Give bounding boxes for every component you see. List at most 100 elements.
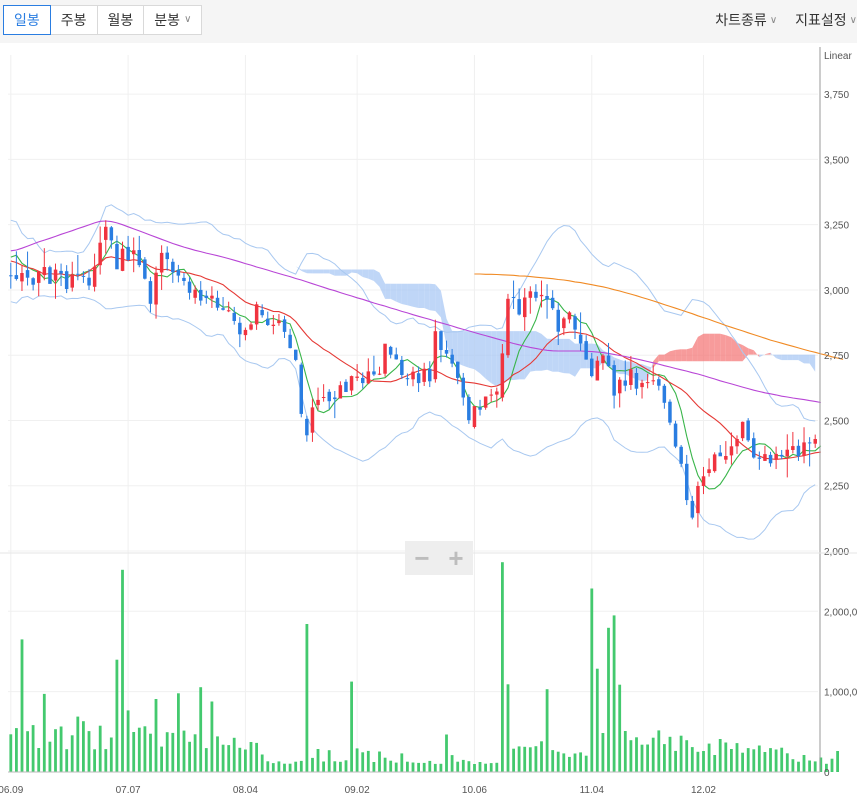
candle-body [199,289,203,301]
candle [204,290,209,304]
candle [696,481,700,528]
candle-body [500,353,505,398]
candle-body [405,378,410,380]
x-tick-label: 08.04 [233,785,258,796]
volume-bar [389,760,393,772]
candle-body [623,380,627,386]
candle-body [294,349,298,360]
cloud-segment [541,333,548,371]
volume-bar [188,741,191,772]
candle [137,235,141,268]
volume-bar [406,761,409,772]
volume-bar [344,760,348,772]
volume-bar [517,746,521,772]
candle-body [640,382,644,388]
candle-body [344,381,348,392]
zoom-out-button[interactable]: − [414,541,429,575]
toolbar-right-menu: 차트종류 ∨ 지표설정 ∨ [715,10,857,30]
volume-bar [623,731,627,772]
candle-body [539,294,544,297]
volume-bar [20,639,24,772]
cloud-segment [435,284,441,318]
volume-bar [456,761,460,772]
volume-bar [763,752,767,772]
price-tick-label: 2,500 [824,416,849,427]
candle [489,388,493,402]
price-tick-label: 3,000 [824,286,849,297]
tab-weekly[interactable]: 주봉 [49,5,98,35]
volume-bar [333,761,337,772]
volume-bar [635,737,638,772]
stock-chart[interactable]: 3,750 3,500 3,250 3,000 2,750 2,500 2,250 2,000… [0,43,857,797]
candle [657,376,661,391]
candle-body [729,446,734,456]
tab-monthly[interactable]: 월봉 [96,5,145,35]
candle-body [288,334,292,349]
cloud-segment [658,354,665,362]
candle-body [657,379,661,386]
bollinger-upper [10,204,816,422]
candle [511,280,516,310]
cloud-segment [558,338,564,374]
volume-bar [629,740,633,772]
cloud-segment [457,331,464,366]
cloud-segment [709,333,715,362]
candle-body [260,310,264,316]
candle-body [461,377,465,398]
volume-bar [149,733,152,772]
cloud-segment [681,349,687,362]
candle-body [104,226,108,240]
volume-bar [366,750,370,772]
indicator-settings-dropdown[interactable]: 지표설정 ∨ [795,10,857,30]
volume-bar [288,763,292,772]
chart-type-dropdown[interactable]: 차트종류 ∨ [715,10,777,30]
cloud-segment [413,283,419,308]
candle-body [746,420,750,441]
scale-label: Linear [824,51,852,62]
cloud-segment [563,338,570,374]
candle-body [578,334,583,344]
candle-body [299,364,303,414]
tab-minute[interactable]: 분봉 ∨ [143,5,203,35]
candle [785,434,789,478]
cloud-segment [485,331,492,384]
candle-body [584,341,588,360]
chart-area[interactable]: 3,750 3,500 3,250 3,000 2,750 2,500 2,250 2,000… [0,43,857,797]
candle [187,277,192,300]
candle [377,366,382,376]
candle-body [802,442,806,456]
volume-bar [422,762,426,772]
price-tick-label: 2,250 [824,482,849,493]
candle [584,335,588,360]
volume-bar [657,730,661,772]
candle-body [685,463,689,501]
cloud-segment [575,343,581,377]
volume-bar [534,746,538,772]
candle [813,434,817,448]
candle-body [534,291,538,298]
cloud-segment [318,269,324,274]
volume-bar [378,751,381,772]
volume-bar [545,689,549,772]
volume-bar [780,747,784,772]
volume-bar [132,732,136,772]
volume-bar [311,757,314,772]
candle-body [618,379,622,394]
volume-bar [433,763,437,772]
cloud-segment [357,269,363,277]
candle-body [668,401,672,423]
volume-bar [238,747,242,772]
candle-body [523,297,527,318]
volume-bar [177,693,180,772]
candle-body [366,371,371,384]
candle-body [316,399,320,406]
tab-daily[interactable]: 일봉 [3,5,51,35]
candle [98,226,102,275]
candle-body [154,272,158,305]
volume-bar [674,750,677,772]
candle-body [120,248,125,271]
zoom-in-button[interactable]: + [448,541,463,575]
cloud-segment [725,335,732,362]
candle-body [467,397,471,421]
indicator-settings-label: 지표설정 [795,12,847,28]
